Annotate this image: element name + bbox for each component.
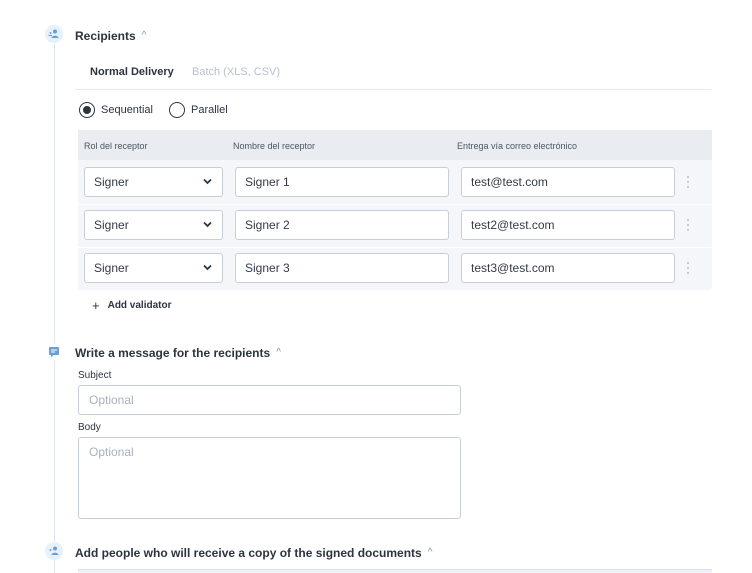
table-header: Rol del receptor Nombre del receptor Ent…: [78, 130, 712, 160]
table-row: Signer Signer 3 test3@test.com: [78, 248, 712, 290]
parallel-radio[interactable]: [169, 102, 185, 118]
recipient-email-input[interactable]: test@test.com: [461, 167, 675, 197]
recipient-email-input[interactable]: test3@test.com: [461, 253, 675, 283]
message-section-header[interactable]: Write a message for the recipients ^: [75, 346, 281, 360]
role-value: Signer: [94, 175, 129, 189]
column-header-name: Nombre del receptor: [233, 141, 316, 151]
table-row: Signer Signer 1 test@test.com: [78, 162, 712, 204]
row-menu-icon[interactable]: [686, 219, 690, 231]
recipients-title: Recipients: [75, 29, 136, 43]
recipient-name-input[interactable]: Signer 2: [235, 210, 449, 240]
timeline-line: [54, 44, 55, 573]
message-title: Write a message for the recipients: [75, 346, 271, 360]
row-menu-icon[interactable]: [686, 176, 690, 188]
parallel-label: Parallel: [191, 104, 228, 116]
column-header-email: Entrega vía correo electrónico: [457, 141, 578, 151]
body-placeholder: Optional: [89, 445, 134, 459]
role-select[interactable]: Signer: [84, 167, 223, 197]
role-select[interactable]: Signer: [84, 253, 223, 283]
tab-batch[interactable]: Batch (XLS, CSV): [192, 66, 280, 78]
signing-order-radio-group: Sequential Parallel: [79, 102, 244, 118]
recipient-name-input[interactable]: Signer 1: [235, 167, 449, 197]
message-icon: [45, 343, 63, 361]
role-value: Signer: [94, 218, 129, 232]
sequential-label: Sequential: [101, 104, 153, 116]
add-validator-label: Add validator: [107, 300, 172, 311]
recipient-email-input[interactable]: test2@test.com: [461, 210, 675, 240]
body-textarea[interactable]: Optional: [78, 437, 461, 519]
plus-icon: +: [92, 298, 100, 313]
table-row: Signer Signer 2 test2@test.com: [78, 205, 712, 247]
people-icon: [45, 25, 63, 43]
row-menu-icon[interactable]: [686, 262, 690, 274]
chevron-up-icon[interactable]: ^: [142, 30, 147, 41]
recipient-name-value: Signer 3: [245, 261, 290, 275]
chevron-down-icon: [203, 178, 212, 185]
body-label: Body: [78, 422, 101, 433]
chevron-up-icon[interactable]: ^: [428, 547, 433, 558]
chevron-down-icon: [203, 221, 212, 228]
delivery-tabs: Normal Delivery Batch (XLS, CSV): [75, 57, 712, 90]
recipient-name-value: Signer 1: [245, 175, 290, 189]
column-header-role: Rol del receptor: [84, 141, 148, 151]
copy-section-content: [78, 569, 712, 573]
recipient-name-input[interactable]: Signer 3: [235, 253, 449, 283]
chevron-down-icon: [203, 264, 212, 271]
recipient-email-value: test2@test.com: [471, 218, 555, 232]
tab-normal-delivery[interactable]: Normal Delivery: [90, 66, 174, 78]
subject-input[interactable]: Optional: [78, 385, 461, 415]
recipient-name-value: Signer 2: [245, 218, 290, 232]
subject-label: Subject: [78, 370, 112, 381]
copy-title: Add people who will receive a copy of th…: [75, 546, 422, 560]
people-icon: [45, 542, 63, 560]
copy-section-header[interactable]: Add people who will receive a copy of th…: [75, 546, 432, 560]
subject-placeholder: Optional: [89, 393, 134, 407]
chevron-up-icon[interactable]: ^: [276, 347, 281, 358]
recipients-table: Rol del receptor Nombre del receptor Ent…: [78, 130, 712, 290]
recipient-email-value: test3@test.com: [471, 261, 555, 275]
recipient-email-value: test@test.com: [471, 175, 548, 189]
role-select[interactable]: Signer: [84, 210, 223, 240]
sequential-radio[interactable]: [79, 102, 95, 118]
role-value: Signer: [94, 261, 129, 275]
recipients-section-header[interactable]: Recipients ^: [75, 29, 146, 43]
add-validator-button[interactable]: + Add validator: [92, 298, 172, 313]
